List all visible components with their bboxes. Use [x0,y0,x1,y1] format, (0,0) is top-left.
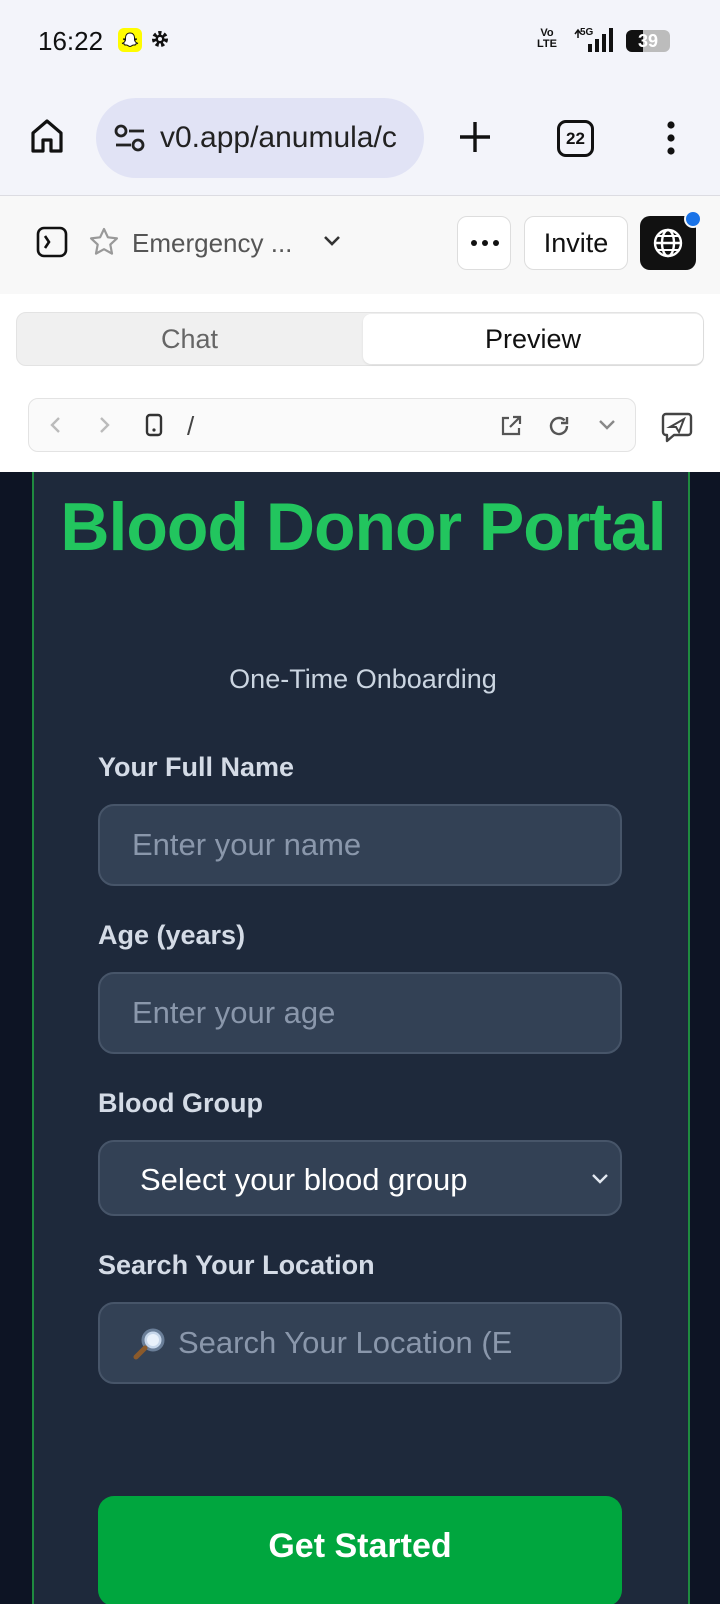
project-menu-chevron-icon[interactable] [322,234,342,253]
onboarding-card: Blood Donor Portal One-Time Onboarding Y… [32,472,690,1604]
more-vert-icon[interactable] [665,121,677,160]
battery-indicator: 39 [626,30,670,52]
age-field-wrapper [98,972,622,1054]
name-field-wrapper [98,804,622,886]
url-text: v0.app/anumula/c [160,121,397,154]
view-tabs: Chat Preview [16,312,704,366]
chevron-down-icon[interactable] [597,418,617,437]
settings-notification-icon [150,29,170,54]
app-header: Emergency ... Invite [0,196,720,294]
blood-group-select[interactable]: Select your blood group [98,1140,622,1216]
page-subtitle: One-Time Onboarding [229,664,497,694]
new-tab-icon[interactable] [458,120,492,159]
browser-toolbar: v0.app/anumula/c 22 [0,84,720,196]
name-input[interactable] [132,806,592,884]
status-time: 16:22 [38,26,104,56]
battery-percent: 39 [637,31,659,51]
network-type-label: 5G [580,27,594,38]
tab-chat[interactable]: Chat [17,313,362,365]
blood-group-label: Blood Group [98,1088,263,1118]
snapchat-notification-icon [118,28,142,52]
search-icon [132,1326,168,1367]
home-icon[interactable] [30,118,64,159]
status-bar: 16:22 Vo LTE 5G 39 [0,0,720,84]
name-label: Your Full Name [98,752,295,782]
favorite-star-icon[interactable] [88,226,120,263]
preview-toolbar: / [28,398,636,452]
signal-strength-icon: 5G [574,26,618,59]
preview-frame: Blood Donor Portal One-Time Onboarding Y… [0,472,720,1604]
location-search-input[interactable] [178,1304,598,1382]
forward-arrow-icon[interactable] [97,415,111,440]
open-external-icon[interactable] [499,414,523,443]
location-field-wrapper [98,1302,622,1384]
tab-switcher-button[interactable]: 22 [557,120,594,157]
preview-toolbar-area: / [0,380,720,472]
age-label: Age (years) [98,920,246,950]
chevron-down-icon [590,1172,610,1191]
site-settings-icon[interactable] [114,124,146,157]
invite-button[interactable]: Invite [524,216,628,270]
preview-path[interactable]: / [187,411,194,442]
more-options-button[interactable] [457,216,511,270]
tab-preview[interactable]: Preview [363,314,703,364]
get-started-button[interactable]: Get Started [98,1496,622,1604]
blood-group-selected: Select your blood group [140,1162,468,1197]
mobile-device-icon[interactable] [145,413,163,442]
reload-icon[interactable] [547,414,571,443]
sidebar-toggle-icon[interactable] [36,226,68,263]
feedback-icon[interactable] [660,410,694,449]
address-bar[interactable]: v0.app/anumula/c [96,98,424,178]
location-label: Search Your Location [98,1250,375,1280]
age-input[interactable] [132,974,592,1052]
project-name[interactable]: Emergency ... [132,228,292,259]
globe-icon [653,228,683,258]
notification-dot [684,210,702,228]
back-arrow-icon[interactable] [49,415,63,440]
page-title: Blood Donor Portal [60,489,666,565]
volte-indicator: Vo LTE [537,27,557,50]
